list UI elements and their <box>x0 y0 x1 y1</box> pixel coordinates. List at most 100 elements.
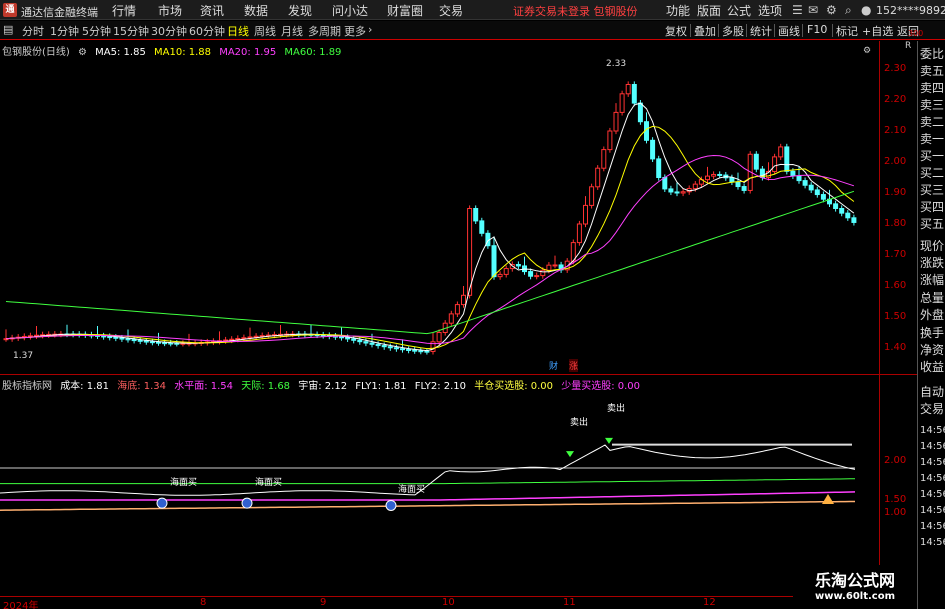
candle-body <box>802 180 808 186</box>
sidebar-item-sell4[interactable]: 卖四 <box>920 81 945 95</box>
user-icon[interactable]: ● <box>861 3 871 17</box>
menu-banmian[interactable]: 版面 <box>697 2 721 19</box>
sidebar-item-weibi[interactable]: 委比 <box>920 47 945 61</box>
ind-item-4: 宇宙: 2.12 <box>298 381 348 392</box>
settings-icon[interactable]: ⚙ <box>826 3 837 17</box>
button-biaoji-icon[interactable]: 标记 <box>836 23 858 39</box>
limit-up-marker[interactable]: 涨 <box>569 359 579 372</box>
candle-body <box>497 273 503 278</box>
sidebar-item-earnings[interactable]: 收益 <box>920 360 945 374</box>
app-title: 通达信金融终端 <box>21 6 98 19</box>
price-axis-tick: 2.10 <box>884 125 907 136</box>
corner-r-label: R <box>905 41 912 51</box>
sidebar-item-buy3[interactable]: 买三 <box>920 183 945 197</box>
candle-body <box>491 245 497 278</box>
tab-weekly[interactable]: 周线 <box>254 23 276 39</box>
ma5-line <box>5 102 855 352</box>
indicator-chart[interactable] <box>0 376 879 596</box>
sidebar-item-buy2[interactable]: 买二 <box>920 166 945 180</box>
price-axis-tick: 2.00 <box>884 156 907 167</box>
mail-icon[interactable]: ✉ <box>808 3 818 17</box>
hand-marker-icon <box>822 494 834 504</box>
sidebar-item-auto[interactable]: 自动 <box>920 385 945 399</box>
tab-5min[interactable]: 5分钟 <box>82 23 111 39</box>
sidebar-item-turnover[interactable]: 换手 <box>920 326 945 340</box>
candle-body <box>729 177 735 183</box>
menu-item-shichang[interactable]: 市场 <box>158 2 182 19</box>
tab-fenshi[interactable]: 分时 <box>22 23 44 39</box>
sidebar-item-price[interactable]: 现价 <box>920 239 945 253</box>
candle-body <box>741 186 747 191</box>
stock-name-label: 包钢股份(日线) <box>2 47 70 58</box>
pane-divider[interactable] <box>0 374 917 375</box>
menu-item-caifuquan[interactable]: 财富圈 <box>387 2 423 19</box>
sidebar-item-pct[interactable]: 涨幅 <box>920 273 945 287</box>
chart-area[interactable]: 包钢股份(日线) ⚙ MA5: 1.85 MA10: 1.88 MA20: 1.… <box>0 41 917 609</box>
sidebar-time-0: 14:56 <box>920 425 945 436</box>
app-logo-icon: 通 <box>3 3 17 17</box>
sidebar-item-volume[interactable]: 总量 <box>920 291 945 305</box>
tab-multi-period[interactable]: 多周期 <box>308 23 341 39</box>
candle-body <box>168 342 174 345</box>
candle-body <box>662 177 668 190</box>
menu-item-hangqing[interactable]: 行情 <box>112 2 136 19</box>
sell-signal-label-1: 卖出 <box>570 418 589 428</box>
buy-signal-label-1: 海面买 <box>170 478 198 488</box>
finance-marker[interactable]: 财 <box>549 359 558 372</box>
skin-icon[interactable]: ☰ <box>792 3 803 17</box>
login-warning[interactable]: 证券交易未登录 包钢股份 <box>513 3 638 19</box>
more-chevron-icon[interactable]: › <box>368 23 372 36</box>
corner-number-label: 300 <box>908 29 924 38</box>
menu-item-wenxiaoda[interactable]: 问小达 <box>332 2 368 19</box>
candlestick-chart[interactable] <box>0 41 879 376</box>
period-toolbar: ▤ 分时 1分钟 5分钟 15分钟 30分钟 60分钟 日线 周线 月线 多周期… <box>0 21 945 40</box>
sidebar-item-sell3[interactable]: 卖三 <box>920 98 945 112</box>
menu-item-zixun[interactable]: 资讯 <box>200 2 224 19</box>
axis-divider <box>879 41 880 596</box>
menu-item-faxian[interactable]: 发现 <box>288 2 312 19</box>
search-icon[interactable]: ⌕ <box>845 3 852 17</box>
sidebar-time-4: 14:56 <box>920 489 945 500</box>
button-diejia[interactable]: 叠加 <box>694 23 716 39</box>
minimize-icon[interactable]: – <box>934 3 940 17</box>
menu-gongneng[interactable]: 功能 <box>666 2 690 19</box>
ma10-line <box>5 125 855 350</box>
sidebar-item-trade[interactable]: 交易 <box>920 402 945 416</box>
menu-xuanxiang[interactable]: 选项 <box>758 2 782 19</box>
sidebar-item-buy1[interactable]: 买一 <box>920 149 945 163</box>
tab-15min[interactable]: 15分钟 <box>113 23 149 39</box>
button-fuquan[interactable]: 复权 <box>665 23 687 39</box>
tab-monthly[interactable]: 月线 <box>281 23 303 39</box>
menu-item-jiaoyi[interactable]: 交易 <box>439 2 463 19</box>
sidebar-item-netasset[interactable]: 净资 <box>920 343 945 357</box>
menu-toggle-icon[interactable]: ▤ <box>3 23 13 36</box>
sidebar-item-change[interactable]: 涨跌 <box>920 256 945 270</box>
tab-60min[interactable]: 60分钟 <box>189 23 225 39</box>
button-f10[interactable]: F10 <box>807 23 827 36</box>
high-price-label: 2.33 <box>606 59 627 69</box>
menu-gongshi[interactable]: 公式 <box>727 2 751 19</box>
candle-body <box>680 191 686 194</box>
tab-more[interactable]: 更多 <box>344 23 366 39</box>
button-add-watchlist[interactable]: +自选 <box>862 23 893 39</box>
candle-body <box>515 263 521 267</box>
sidebar-item-buy4[interactable]: 买四 <box>920 200 945 214</box>
button-tongji[interactable]: 统计 <box>750 23 772 39</box>
candle-body <box>711 173 717 177</box>
sidebar-item-sell5[interactable]: 卖五 <box>920 64 945 78</box>
chart-settings-icon[interactable]: ⚙ <box>863 46 871 56</box>
tab-daily[interactable]: 日线 <box>227 23 249 39</box>
sidebar-item-sell2[interactable]: 卖二 <box>920 115 945 129</box>
sell-arrow-icon <box>566 451 574 458</box>
menu-item-shuju[interactable]: 数据 <box>244 2 268 19</box>
tab-30min[interactable]: 30分钟 <box>151 23 187 39</box>
sidebar-item-sell1[interactable]: 卖一 <box>920 132 945 146</box>
button-duogu[interactable]: 多股 <box>722 23 744 39</box>
sky-line <box>0 478 855 485</box>
sidebar-item-outer[interactable]: 外盘 <box>920 308 945 322</box>
sidebar-item-buy5[interactable]: 买五 <box>920 217 945 231</box>
button-huaxian[interactable]: 画线 <box>778 23 800 39</box>
price-axis-tick: 2.30 <box>884 63 907 74</box>
tab-1min[interactable]: 1分钟 <box>50 23 79 39</box>
settings-small-icon[interactable]: ⚙ <box>78 47 87 58</box>
